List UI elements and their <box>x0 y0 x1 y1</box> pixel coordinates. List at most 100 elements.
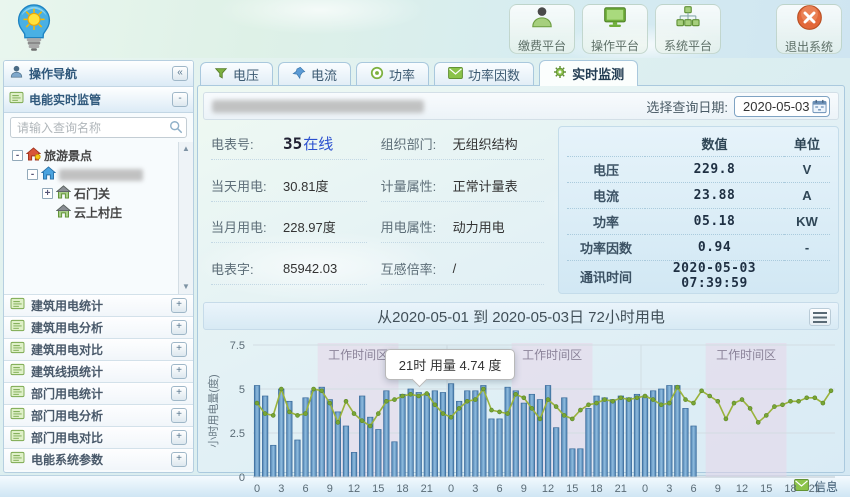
expand-section-button[interactable]: + <box>171 320 187 335</box>
collapse-panel-button[interactable]: - <box>172 92 188 107</box>
expand-section-button[interactable]: + <box>171 386 187 401</box>
header-button-exit[interactable]: 退出系统 <box>776 4 842 54</box>
expand-section-button[interactable]: + <box>171 408 187 423</box>
tree-scrollbar[interactable]: ▲ ▼ <box>178 142 193 294</box>
sidebar-item-电能系统参数[interactable]: 电能系统参数 + <box>4 448 193 470</box>
svg-text:12: 12 <box>542 483 554 495</box>
tab-功率因数[interactable]: 功率因数 <box>434 62 534 86</box>
chart-title: 从2020-05-01 到 2020-05-03日 72小时用电 <box>377 306 665 327</box>
sidebar-item-建筑用电统计[interactable]: 建筑用电统计 + <box>4 294 193 316</box>
field-label: 当月用电: <box>211 217 283 236</box>
funnel-icon <box>214 66 228 83</box>
info-field: 电表号: 35 在线 <box>211 128 367 160</box>
search-input[interactable] <box>10 117 187 138</box>
tab-实时监测[interactable]: 实时监测 <box>539 60 638 86</box>
sidebar-item-建筑用电分析[interactable]: 建筑用电分析 + <box>4 316 193 338</box>
card-icon <box>10 341 25 359</box>
reading-value: 229.8 <box>645 157 784 183</box>
svg-text:工作时间区: 工作时间区 <box>522 348 582 362</box>
tree-item-旅游景点[interactable]: - 旅游景点 <box>12 146 175 165</box>
app-logo-lightbulb-icon <box>14 3 54 60</box>
readings-header <box>567 131 645 157</box>
expand-section-button[interactable]: + <box>171 430 187 445</box>
green-house-icon <box>56 185 71 202</box>
sidebar: 操作导航 « 电能实时监管 - - 旅游景点 - + 石门关 云上村庄 <box>3 60 194 473</box>
scroll-down-icon[interactable]: ▼ <box>179 280 193 294</box>
info-field: 电表字: 85942.03 <box>211 253 367 285</box>
tree-expander-plus-icon[interactable]: + <box>42 188 53 199</box>
search-icon[interactable] <box>169 120 183 139</box>
svg-text:0: 0 <box>239 472 245 484</box>
tree-item-石门关[interactable]: + 石门关 <box>12 184 175 203</box>
svg-text:3: 3 <box>472 483 478 495</box>
header-button-label: 退出系统 <box>785 38 833 55</box>
sidebar-item-建筑用电对比[interactable]: 建筑用电对比 + <box>4 338 193 360</box>
sidebar-item-label: 部门用电分析 <box>31 407 165 424</box>
tree-expander-minus-icon[interactable]: - <box>27 169 38 180</box>
tab-电流[interactable]: 电流 <box>278 62 351 86</box>
reading-value: 2020-05-03 07:39:59 <box>645 261 784 292</box>
expand-section-button[interactable]: + <box>171 298 187 313</box>
sidebar-item-部门用电对比[interactable]: 部门用电对比 + <box>4 426 193 448</box>
reading-label: 功率因数 <box>567 235 645 261</box>
tree-item-云上村庄[interactable]: 云上村庄 <box>12 203 175 222</box>
sidebar-item-部门用电统计[interactable]: 部门用电统计 + <box>4 382 193 404</box>
header-button-operate[interactable]: 操作平台 <box>582 4 648 54</box>
field-label: 电表号: <box>211 134 283 153</box>
svg-text:18: 18 <box>590 483 602 495</box>
svg-text:3: 3 <box>666 483 672 495</box>
scroll-up-icon[interactable]: ▲ <box>179 142 193 156</box>
card-icon <box>10 451 25 469</box>
tab-电压[interactable]: 电压 <box>200 62 273 86</box>
tab-strip: 电压 电流 功率 功率因数 实时监测 <box>197 60 847 86</box>
collapse-sidebar-button[interactable]: « <box>172 66 188 81</box>
info-field: 当月用电: 228.97度 <box>211 211 367 243</box>
date-label: 选择查询日期: <box>646 97 728 116</box>
svg-text:9: 9 <box>715 483 721 495</box>
sidebar-item-部门用电分析[interactable]: 部门用电分析 + <box>4 404 193 426</box>
field-label: 互感倍率: <box>381 259 453 278</box>
card-icon <box>10 297 25 315</box>
tab-label: 功率 <box>389 65 415 84</box>
header-button-pay[interactable]: 缴费平台 <box>509 4 575 54</box>
tree-item-label: 石门关 <box>74 185 110 202</box>
reading-label: 电压 <box>567 157 645 183</box>
svg-text:工作时间区: 工作时间区 <box>328 348 388 362</box>
tab-功率[interactable]: 功率 <box>356 62 429 86</box>
header-button-label: 缴费平台 <box>518 37 566 54</box>
field-value: 85942.03 <box>283 261 337 276</box>
card-icon <box>10 319 25 337</box>
svg-text:3: 3 <box>278 483 284 495</box>
chart-tooltip: 21时 用量 4.74 度 <box>385 349 516 380</box>
tree-item-label: 旅游景点 <box>44 147 92 164</box>
top-header: 缴费平台 操作平台 系统平台 退出系统 <box>0 0 850 58</box>
expand-section-button[interactable]: + <box>171 452 187 467</box>
chart-menu-icon[interactable] <box>809 308 831 326</box>
meter-info-fields: 电表号: 35 在线 组织部门: 无组织结构 当天用电: 30.81度 计量属性… <box>203 126 548 294</box>
sidebar-item-label: 部门用电对比 <box>31 429 165 446</box>
svg-text:2.5: 2.5 <box>230 428 245 440</box>
field-value: 30.81度 <box>283 176 329 195</box>
card-icon <box>10 429 25 447</box>
svg-text:18: 18 <box>396 483 408 495</box>
tree-expander-minus-icon[interactable]: - <box>12 150 23 161</box>
tree-item-masked[interactable]: - <box>12 165 175 184</box>
svg-text:0: 0 <box>448 483 454 495</box>
panel-header[interactable]: 电能实时监管 - <box>4 87 193 113</box>
svg-text:7.5: 7.5 <box>230 340 245 352</box>
expand-section-button[interactable]: + <box>171 364 187 379</box>
gear-icon <box>553 65 567 82</box>
calendar-icon[interactable] <box>812 99 827 117</box>
sidebar-item-建筑线损统计[interactable]: 建筑线损统计 + <box>4 360 193 382</box>
svg-text:9: 9 <box>327 483 333 495</box>
person-icon <box>529 4 555 35</box>
reading-unit: - <box>784 235 830 261</box>
readings-row: 电压 229.8 V <box>567 157 830 183</box>
readings-panel: 数值单位 电压 229.8 V 电流 23.88 A 功率 05.18 KW 功… <box>558 126 839 294</box>
reading-label: 功率 <box>567 209 645 235</box>
field-value: 动力用电 <box>453 217 505 236</box>
header-button-system[interactable]: 系统平台 <box>655 4 721 54</box>
expand-section-button[interactable]: + <box>171 342 187 357</box>
tree-item-label: 云上村庄 <box>74 204 122 221</box>
monitor-icon <box>601 4 629 35</box>
